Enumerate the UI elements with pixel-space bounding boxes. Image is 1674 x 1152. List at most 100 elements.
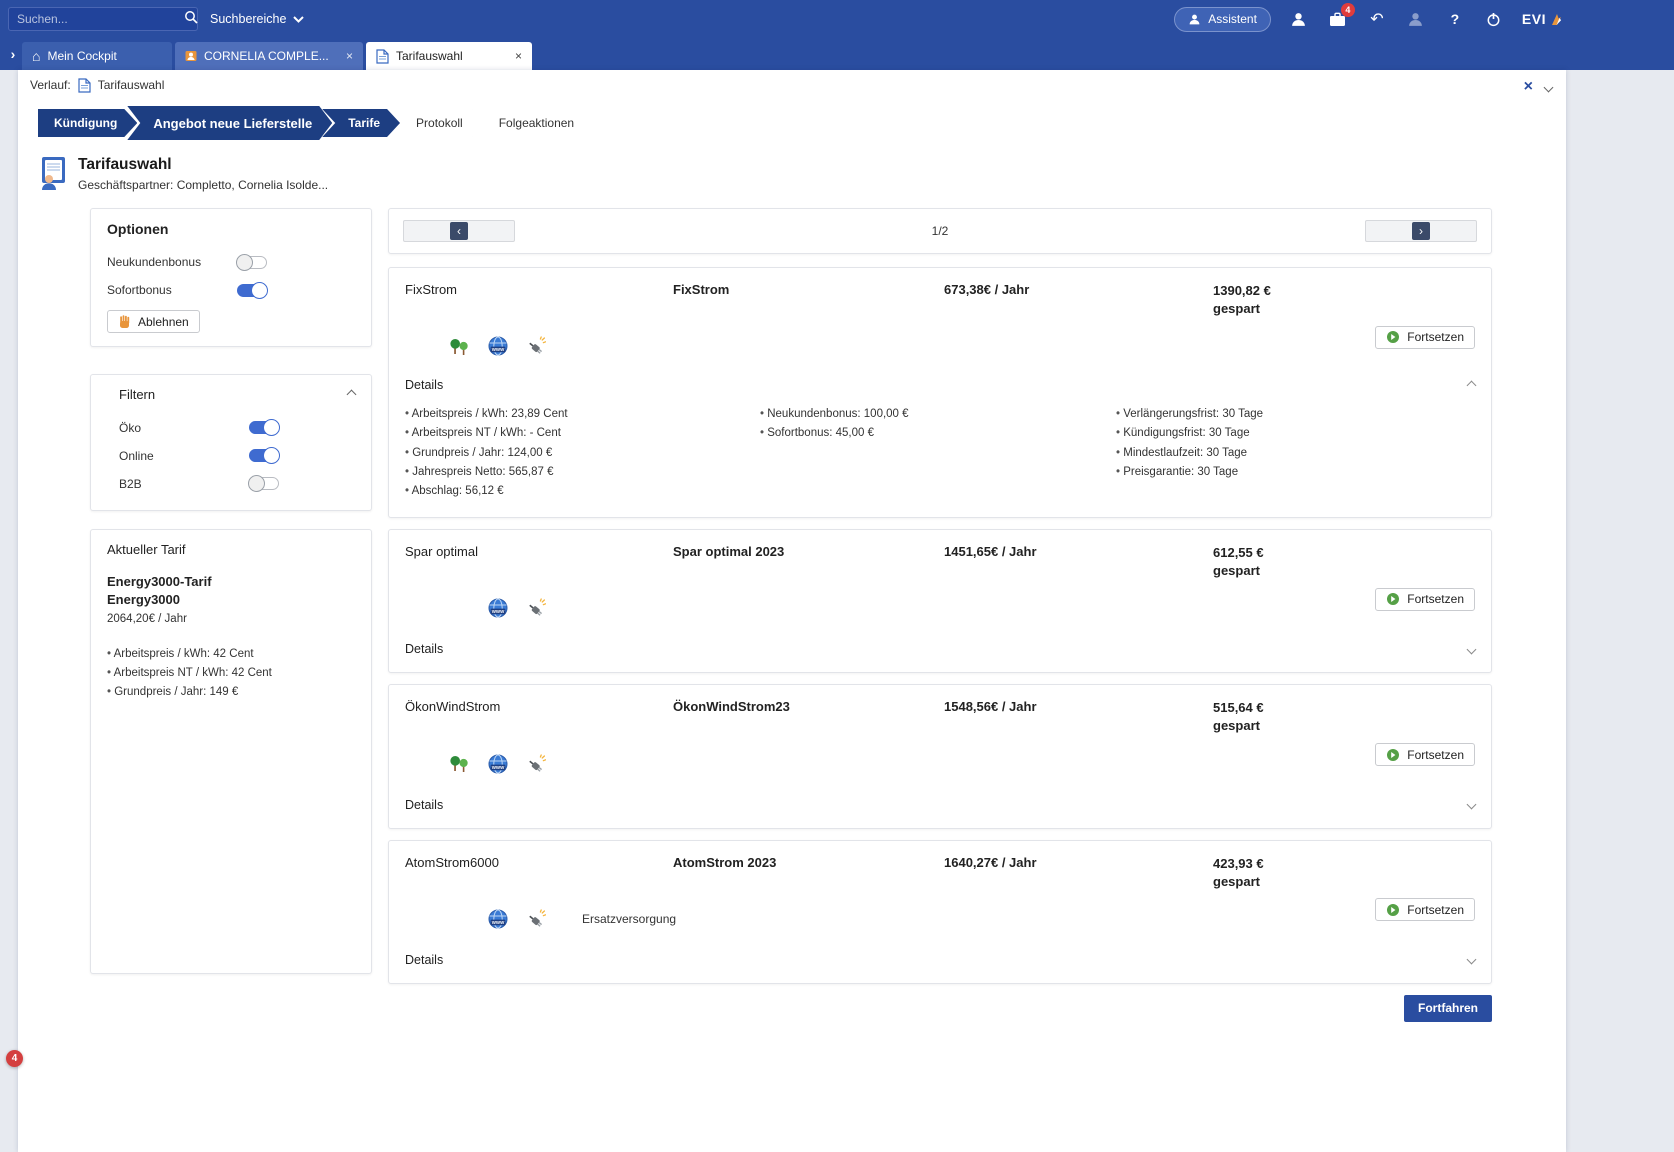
tariff-saved: 423,93 €gespart <box>1213 855 1264 891</box>
tariff-card-spar-optimal: Spar optimal Spar optimal 2023 1451,65€ … <box>388 529 1492 673</box>
oeko-toggle[interactable] <box>249 421 279 434</box>
details-toggle[interactable]: Details <box>405 798 443 812</box>
tab-cornelia[interactable]: CORNELIA COMPLE... <box>175 42 363 70</box>
wizard-step-angebot[interactable]: Angebot neue Lieferstelle <box>127 106 332 140</box>
online-globe-icon: WWW <box>488 754 526 774</box>
wizard-step-tarife[interactable]: Tarife <box>322 109 400 137</box>
step-label: Folgeaktionen <box>499 116 574 130</box>
tariff-price: 1451,65€ / Jahr <box>944 544 1213 580</box>
tab-mein-cockpit[interactable]: Mein Cockpit <box>22 42 172 70</box>
online-toggle[interactable] <box>249 449 279 462</box>
expand-card-chevron-icon[interactable] <box>1467 800 1477 810</box>
tabbar: Mein Cockpit CORNELIA COMPLE... Tarifaus… <box>0 38 1674 70</box>
fortsetzen-button[interactable]: Fortsetzen <box>1375 326 1475 349</box>
user-icon[interactable] <box>1288 8 1310 30</box>
fortsetzen-button[interactable]: Fortsetzen <box>1375 588 1475 611</box>
continue-icon <box>1386 903 1400 917</box>
eco-trees-icon <box>450 754 488 773</box>
fortfahren-button[interactable]: Fortfahren <box>1404 995 1492 1022</box>
fortsetzen-label: Fortsetzen <box>1407 903 1464 917</box>
tab-label: Tarifauswahl <box>396 49 463 63</box>
fortsetzen-label: Fortsetzen <box>1407 592 1464 606</box>
sofortbonus-toggle[interactable] <box>237 284 267 297</box>
expand-card-chevron-icon[interactable] <box>1467 644 1477 654</box>
tariff-saved: 515,64 €gespart <box>1213 699 1264 735</box>
current-tariff-title: Aktueller Tarif <box>107 542 355 557</box>
oeko-label: Öko <box>119 421 249 435</box>
page-indicator: 1/2 <box>515 224 1365 238</box>
details-toggle[interactable]: Details <box>405 642 443 656</box>
neukundenbonus-toggle[interactable] <box>237 256 267 269</box>
collapse-panel-chevron-icon[interactable] <box>1544 82 1554 92</box>
assistant-button[interactable]: Assistent <box>1174 7 1271 32</box>
expand-card-chevron-icon[interactable] <box>1467 955 1477 965</box>
step-label: Tarife <box>348 116 380 130</box>
contract-details: Verlängerungsfrist: 30 TageKündigungsfri… <box>1116 405 1475 500</box>
filter-title: Filtern <box>119 387 155 402</box>
ablehnen-button[interactable]: Ablehnen <box>107 310 200 333</box>
filter-panel: Filtern Öko Online B2B <box>90 374 372 511</box>
tariff-feature-icons: WWW Ersatzversorgung <box>405 909 1213 929</box>
history-item[interactable]: Tarifauswahl <box>98 78 165 92</box>
user-switch-icon[interactable] <box>1405 8 1427 30</box>
global-search[interactable] <box>8 7 198 31</box>
content-panel: Verlauf: Tarifauswahl Kündigung Angebot … <box>18 70 1566 1152</box>
fortsetzen-button[interactable]: Fortsetzen <box>1375 743 1475 766</box>
wizard-step-kuendigung[interactable]: Kündigung <box>38 109 137 137</box>
tariff-saved: 612,55 €gespart <box>1213 544 1264 580</box>
tariff-product: FixStrom <box>673 282 944 318</box>
plug-icon <box>526 909 564 929</box>
ersatzversorgung-label: Ersatzversorgung <box>582 912 676 926</box>
current-tariff-price: 2064,20€ / Jahr <box>107 613 355 625</box>
wizard-step-protokoll[interactable]: Protokoll <box>390 109 483 137</box>
document-icon <box>78 78 91 93</box>
help-icon[interactable]: ? <box>1444 8 1466 30</box>
tab-tarifauswahl[interactable]: Tarifauswahl <box>366 42 532 70</box>
prev-page-button[interactable] <box>403 220 515 242</box>
details-toggle[interactable]: Details <box>405 378 443 392</box>
search-input[interactable] <box>17 12 172 26</box>
tariff-details: Arbeitspreis / kWh: 23,89 CentArbeitspre… <box>405 405 1475 500</box>
sidebar: Optionen Neukundenbonus Sofortbonus Able… <box>90 208 372 974</box>
search-scope-dropdown[interactable]: Suchbereiche <box>210 12 304 26</box>
sofortbonus-label: Sofortbonus <box>107 283 237 297</box>
wizard-step-folgeaktionen[interactable]: Folgeaktionen <box>473 109 594 137</box>
history-label: Verlauf: <box>30 78 71 92</box>
page-header: Tarifauswahl Geschäftspartner: Completto… <box>18 148 1566 196</box>
tariff-product: AtomStrom 2023 <box>673 855 944 891</box>
undo-arrow-icon[interactable] <box>1366 8 1388 30</box>
eco-trees-icon <box>450 337 488 356</box>
close-panel-icon[interactable] <box>1524 78 1533 96</box>
brand-logo: EVI <box>1522 11 1562 27</box>
tab-label: Mein Cockpit <box>47 49 116 63</box>
tab-overflow-chevron-icon[interactable] <box>4 46 22 62</box>
b2b-toggle[interactable] <box>249 477 279 490</box>
tariff-book-icon <box>38 156 68 190</box>
details-toggle[interactable]: Details <box>405 953 443 967</box>
tariff-saved: 1390,82 €gespart <box>1213 282 1271 318</box>
fortsetzen-label: Fortsetzen <box>1407 748 1464 762</box>
collapse-filter-chevron-icon[interactable] <box>347 389 357 399</box>
plug-icon <box>526 336 564 356</box>
collapse-card-chevron-icon[interactable] <box>1467 380 1477 390</box>
chevron-left-icon <box>450 222 468 240</box>
close-tab-icon[interactable] <box>346 49 353 63</box>
search-scope-label: Suchbereiche <box>210 12 286 26</box>
floating-notification-badge[interactable]: 4 <box>6 1050 23 1067</box>
tariff-feature-icons: WWW <box>405 598 1213 618</box>
tariff-price: 1640,27€ / Jahr <box>944 855 1213 891</box>
options-panel: Optionen Neukundenbonus Sofortbonus Able… <box>90 208 372 347</box>
fortsetzen-label: Fortsetzen <box>1407 330 1464 344</box>
tariff-name: ÖkonWindStrom <box>405 699 673 735</box>
next-page-button[interactable] <box>1365 220 1477 242</box>
b2b-label: B2B <box>119 477 249 491</box>
search-icon[interactable] <box>184 10 198 29</box>
toggle-knob <box>263 447 280 464</box>
online-globe-icon: WWW <box>488 598 526 618</box>
fortsetzen-button[interactable]: Fortsetzen <box>1375 898 1475 921</box>
power-icon[interactable] <box>1483 8 1505 30</box>
close-tab-icon[interactable] <box>515 49 522 63</box>
briefcase-icon[interactable]: 4 <box>1327 8 1349 30</box>
chevron-down-icon <box>293 16 304 23</box>
continue-icon <box>1386 592 1400 606</box>
